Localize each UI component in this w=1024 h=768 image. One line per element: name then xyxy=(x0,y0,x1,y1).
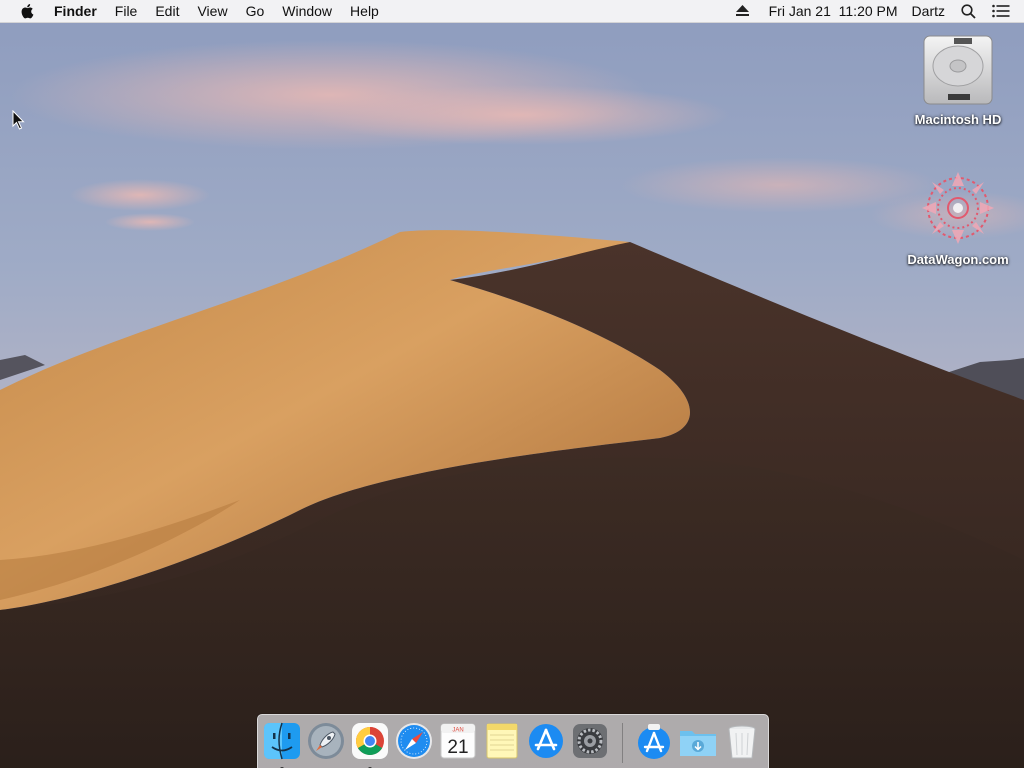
dock-item-trash[interactable] xyxy=(722,721,762,761)
menu-user-name[interactable]: Dartz xyxy=(912,0,945,22)
dock-separator xyxy=(622,723,623,763)
eject-icon[interactable] xyxy=(735,0,749,22)
mouse-pointer-icon xyxy=(12,110,25,130)
applications-stack-icon xyxy=(638,724,670,759)
launchpad-icon xyxy=(308,723,344,759)
menu-bar: Finder File Edit View Go Window Help Fri… xyxy=(0,0,1024,23)
dock-item-system-preferences[interactable] xyxy=(570,721,610,761)
dock-item-applications[interactable] xyxy=(634,721,674,761)
menu-app-finder[interactable]: Finder xyxy=(47,0,106,22)
notes-icon xyxy=(486,723,518,759)
desktop-icon-macintosh-hd[interactable]: Macintosh HD xyxy=(893,32,1023,127)
menu-view[interactable]: View xyxy=(188,0,236,22)
safari-icon xyxy=(396,723,432,759)
desktop-icon-label: DataWagon.com xyxy=(907,252,1009,267)
menu-go[interactable]: Go xyxy=(237,0,274,22)
menu-file[interactable]: File xyxy=(106,0,147,22)
datawagon-disk-icon xyxy=(922,172,994,244)
calendar-icon: JAN 21 xyxy=(440,723,476,759)
menu-edit[interactable]: Edit xyxy=(146,0,188,22)
calendar-day: 21 xyxy=(447,737,468,758)
dock: JAN 21 xyxy=(257,714,769,768)
app-store-icon xyxy=(529,724,563,758)
menu-window[interactable]: Window xyxy=(273,0,341,22)
downloads-folder-icon xyxy=(680,731,716,756)
menu-help[interactable]: Help xyxy=(341,0,388,22)
system-preferences-icon xyxy=(573,724,607,758)
apple-logo-icon[interactable] xyxy=(20,3,34,19)
finder-icon xyxy=(264,722,300,760)
desktop-wallpaper xyxy=(0,0,1024,768)
chrome-icon xyxy=(352,723,388,759)
dock-item-finder[interactable] xyxy=(262,721,302,768)
spotlight-search-icon[interactable] xyxy=(961,0,976,22)
menu-clock[interactable]: Fri Jan 21 11:20 PM xyxy=(769,0,898,22)
calendar-month: JAN xyxy=(452,728,463,734)
trash-icon xyxy=(728,725,756,759)
dock-item-downloads[interactable] xyxy=(678,721,718,761)
dock-item-calendar[interactable]: JAN 21 xyxy=(438,721,478,761)
desktop-icon-label: Macintosh HD xyxy=(914,112,1002,127)
dock-item-launchpad[interactable] xyxy=(306,721,346,761)
desktop-icon-datawagon[interactable]: DataWagon.com xyxy=(893,168,1023,267)
dock-item-notes[interactable] xyxy=(482,721,522,761)
dock-item-chrome[interactable] xyxy=(350,721,390,768)
dock-item-safari[interactable] xyxy=(394,721,434,761)
hard-drive-icon xyxy=(923,35,993,105)
dock-item-app-store[interactable] xyxy=(526,721,566,761)
notification-center-icon[interactable] xyxy=(992,0,1010,22)
